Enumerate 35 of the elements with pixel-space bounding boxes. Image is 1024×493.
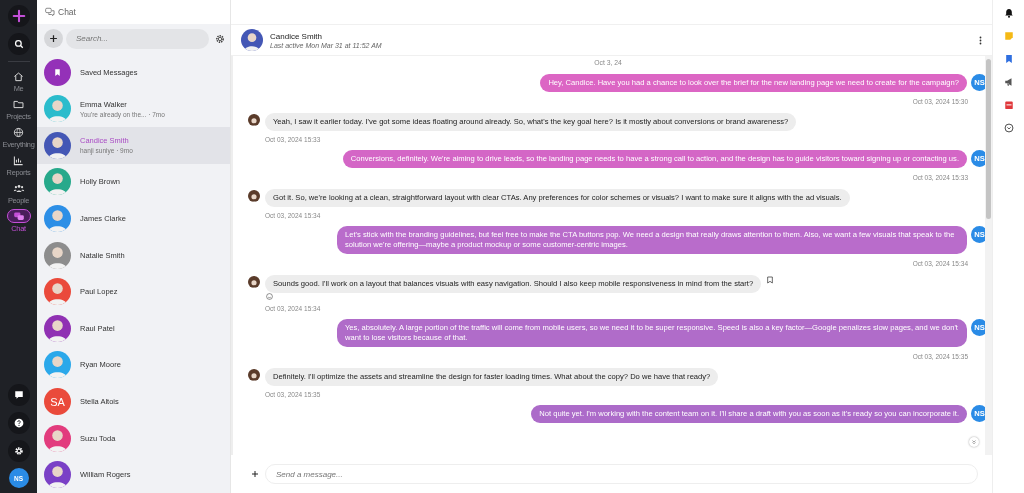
bell-icon[interactable] (1003, 8, 1014, 18)
new-chat-button[interactable] (44, 29, 63, 49)
more-icon[interactable] (979, 35, 982, 45)
plus-icon (49, 34, 58, 44)
megaphone-icon[interactable] (1003, 77, 1014, 87)
settings-icon[interactable] (215, 33, 225, 44)
settings-button[interactable] (7, 440, 30, 462)
message-icon (13, 390, 24, 400)
smiley-icon[interactable] (266, 293, 273, 300)
avatar (248, 114, 260, 126)
plus-icon (11, 9, 26, 23)
avatar: SA (44, 388, 71, 415)
avatar (248, 369, 260, 381)
search-field[interactable]: Search... (66, 28, 209, 49)
contact-name: Candice Smith (270, 31, 324, 41)
avatar (248, 190, 260, 202)
help-icon (13, 418, 24, 428)
message-field[interactable]: Send a message... (265, 464, 978, 484)
calendar-icon[interactable] (1003, 100, 1014, 110)
chat-icon (45, 6, 55, 17)
chevron-down-icon (971, 439, 977, 445)
bookmark-icon[interactable] (766, 276, 775, 284)
settings-icon (13, 446, 24, 456)
avatar (241, 29, 263, 51)
help-button[interactable] (7, 412, 30, 434)
chat-icon (6, 209, 31, 223)
feedback-button[interactable] (7, 384, 30, 406)
bookmark-icon[interactable] (1003, 54, 1014, 64)
add-button[interactable] (7, 5, 30, 27)
search-button[interactable] (7, 33, 30, 55)
add-icon[interactable] (251, 470, 259, 478)
title-text: Chat (58, 6, 76, 17)
avatar (248, 276, 260, 288)
search-icon (13, 39, 24, 49)
chevron-circle-icon[interactable] (1003, 123, 1014, 133)
